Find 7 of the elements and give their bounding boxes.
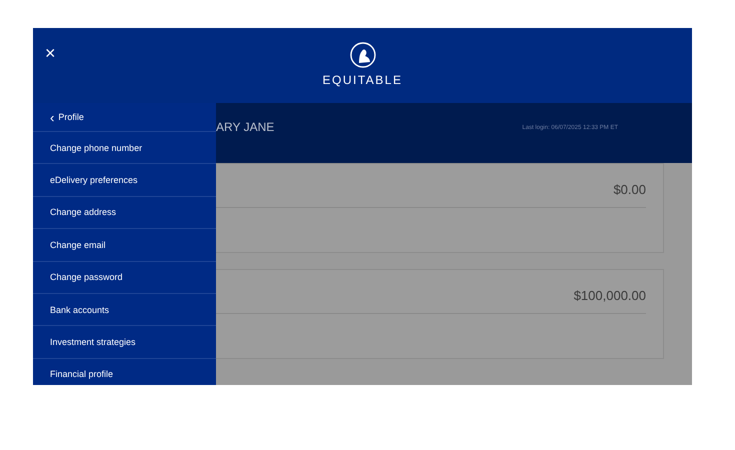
user-name: ARY JANE bbox=[216, 120, 274, 134]
balance-amount: $0.00 bbox=[613, 182, 646, 197]
balance-amount: $100,000.00 bbox=[574, 288, 646, 303]
brand-name: EQUITABLE bbox=[322, 73, 402, 87]
logo-icon bbox=[350, 42, 376, 68]
chevron-icon: ‹ bbox=[50, 112, 54, 122]
close-button[interactable]: × bbox=[41, 44, 60, 62]
